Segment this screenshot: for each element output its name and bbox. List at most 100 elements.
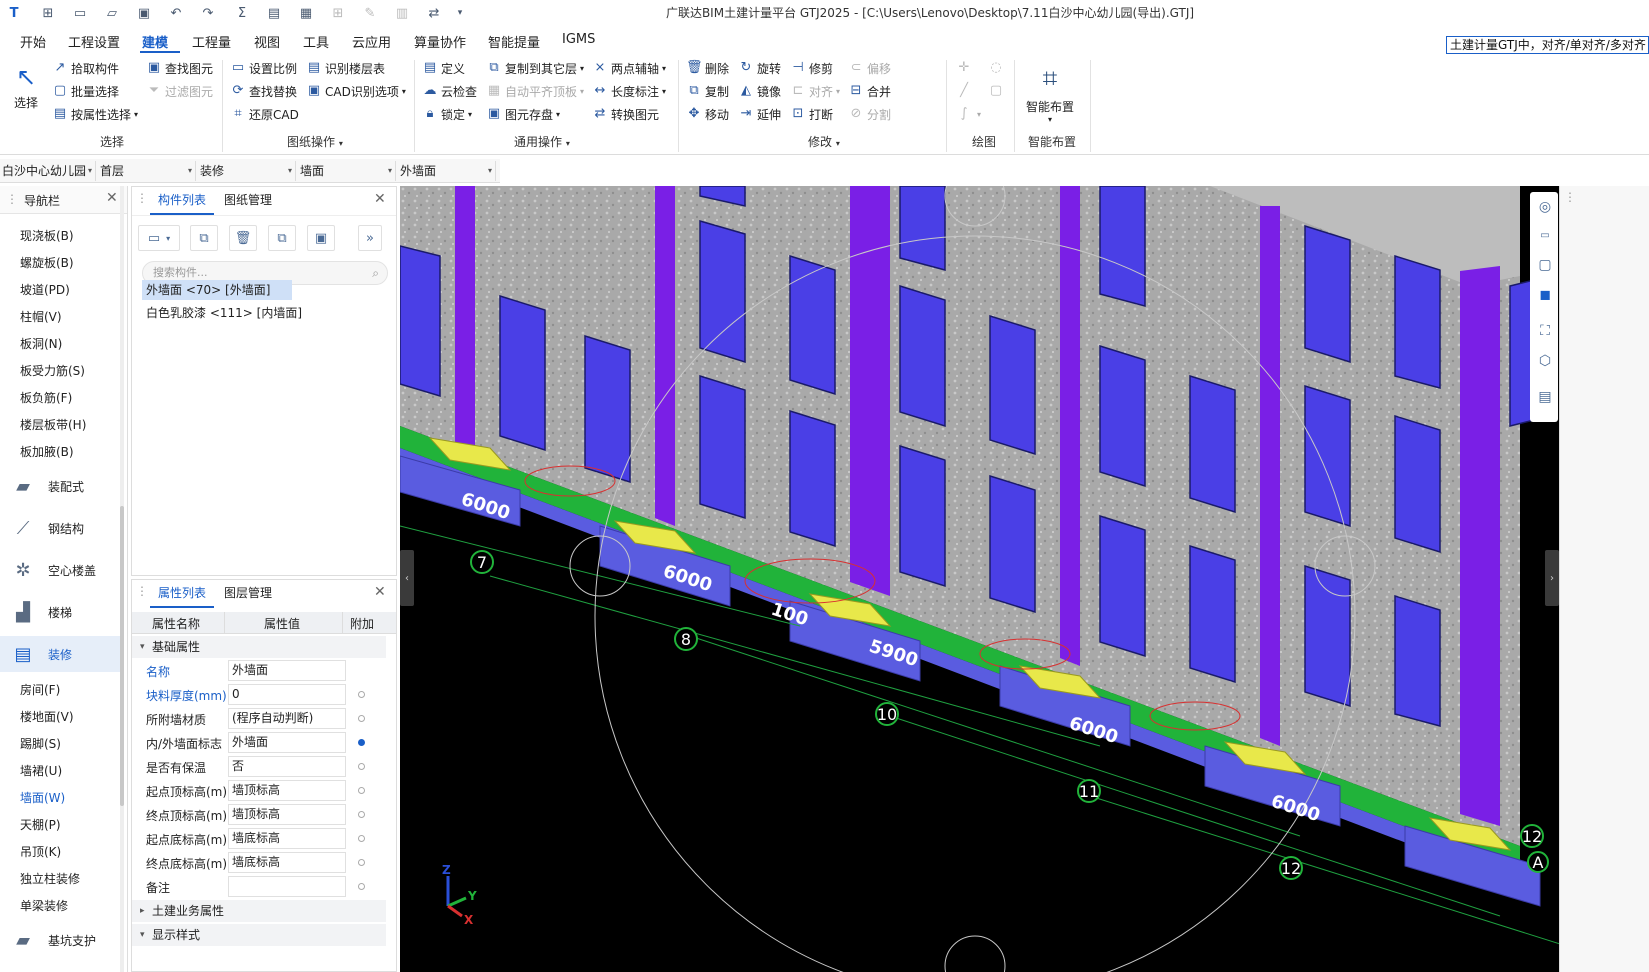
nav-item[interactable]: 楼层板带(H) <box>20 416 86 433</box>
draw-rect-button[interactable]: ▢ <box>988 80 1007 102</box>
recognize-floor-table-button[interactable]: ▤ 识别楼层表 <box>306 57 385 79</box>
section-civil[interactable]: ▸ 土建业务属性 <box>132 900 386 922</box>
nav-item[interactable]: 楼地面(V) <box>20 708 74 725</box>
nav-item[interactable]: 现浇板(B) <box>20 227 74 244</box>
menu-tools[interactable]: 工具 <box>303 32 329 51</box>
lock-button[interactable]: 🔒︎ 锁定 ▾ <box>422 103 473 125</box>
find-element-button[interactable]: ▣ 查找图元 <box>146 57 213 79</box>
fit-view-icon[interactable]: ⛶ <box>1532 318 1558 344</box>
tab-component-list[interactable]: 构件列表 <box>158 191 206 208</box>
menu-start[interactable]: 开始 <box>20 32 46 51</box>
property-value[interactable]: 外墙面 <box>228 660 346 681</box>
batch-select-button[interactable]: ▢ 批量选择 <box>52 80 119 102</box>
cloud-check-button[interactable]: ☁ 云检查 <box>422 80 478 102</box>
grid-icon[interactable]: ⊞ <box>328 3 348 23</box>
menu-igms[interactable]: IGMS <box>562 32 595 47</box>
component-item-exterior-wall[interactable]: 外墙面 <70> [外墙面] <box>142 280 292 300</box>
property-value[interactable]: (程序自动判断) <box>228 708 346 729</box>
align-button[interactable]: ⊏ 对齐 ▾ <box>790 80 840 102</box>
attach-checkbox[interactable] <box>358 859 365 866</box>
nav-item[interactable]: 单梁装修 <box>20 897 68 914</box>
length-dimension-button[interactable]: ↔ 长度标注 ▾ <box>592 80 666 102</box>
menu-quantity[interactable]: 工程量 <box>192 32 231 51</box>
nav-item[interactable]: 独立柱装修 <box>20 870 80 887</box>
property-value[interactable]: 否 <box>228 756 346 777</box>
menu-cloud[interactable]: 云应用 <box>352 32 391 51</box>
nav-item[interactable]: 踢脚(S) <box>20 735 61 752</box>
delete-component-button[interactable]: 🗑︎ <box>229 225 257 251</box>
property-value[interactable]: 墙顶标高 <box>228 780 346 801</box>
copy-component-button[interactable]: ⧉ <box>190 225 218 251</box>
nav-category-decoration[interactable]: ▤ 装修 <box>0 636 120 672</box>
close-icon[interactable]: ✕ <box>374 584 386 600</box>
drag-handle-icon[interactable]: ⋮ <box>1564 190 1576 204</box>
drag-handle-icon[interactable]: ⋮ <box>6 192 18 206</box>
new-project-icon[interactable]: ⊞ <box>38 3 58 23</box>
expand-icon[interactable]: ▾ <box>339 139 343 148</box>
draw-point-button[interactable]: ✛ <box>956 57 975 79</box>
more-tools-button[interactable]: » <box>358 225 382 251</box>
open-folder-icon[interactable]: ▱ <box>102 3 122 23</box>
property-value[interactable]: 墙底标高 <box>228 852 346 873</box>
property-value[interactable] <box>228 876 346 897</box>
convert-element-button[interactable]: ⇄ 转换图元 <box>592 103 659 125</box>
redo-icon[interactable]: ↷ <box>198 3 218 23</box>
attach-checkbox[interactable] <box>358 715 365 722</box>
menu-view[interactable]: 视图 <box>254 32 280 51</box>
layers-icon[interactable]: ▥ <box>392 3 412 23</box>
element-save-button[interactable]: ▣ 图元存盘 ▾ <box>486 103 560 125</box>
property-value[interactable]: 0 <box>228 684 346 705</box>
break-button[interactable]: ⊡ 打断 <box>790 103 833 125</box>
nav-category-prefab[interactable]: ▰ 装配式 <box>0 468 120 504</box>
property-value[interactable]: 墙顶标高 <box>228 804 346 825</box>
nav-item[interactable]: 板加腋(B) <box>20 443 74 460</box>
nav-category-steel[interactable]: ⟋ 钢结构 <box>0 510 120 546</box>
section-display[interactable]: ▾ 显示样式 <box>132 924 386 946</box>
auto-align-slab-button[interactable]: ▦ 自动平齐顶板 ▾ <box>486 80 584 102</box>
attach-checkbox[interactable] <box>358 883 365 890</box>
expand-icon[interactable]: ▾ <box>566 139 570 148</box>
save-icon[interactable]: ▣ <box>134 3 154 23</box>
select-tool-button[interactable]: ↖ 选择 <box>10 60 42 116</box>
edit-icon[interactable]: ✎ <box>360 3 380 23</box>
nav-item-wall-surface[interactable]: 墙面(W) <box>20 789 65 806</box>
nav-item[interactable]: 墙裙(U) <box>20 762 62 779</box>
offset-button[interactable]: ⊂ 偏移 <box>848 57 891 79</box>
scroll-thumb[interactable] <box>120 506 124 806</box>
solid-box-icon[interactable]: ◼ <box>1532 282 1558 308</box>
cad-options-button[interactable]: ▣ CAD识别选项 ▾ <box>306 80 406 102</box>
tab-drawing-management[interactable]: 图纸管理 <box>224 191 272 208</box>
help-search-box[interactable]: 土建计量GTJ中，对齐/单对齐/多对齐 <box>1446 36 1649 54</box>
customize-dropdown-icon[interactable]: ▾ <box>450 3 470 23</box>
expand-icon[interactable]: ▾ <box>836 139 840 148</box>
attach-checkbox[interactable] <box>358 787 365 794</box>
duplicate-component-button[interactable]: ⧉ <box>268 225 296 251</box>
drag-handle-icon[interactable]: ⋮ <box>136 584 148 598</box>
filter-element-button[interactable]: ⏷ 过滤图元 <box>146 80 213 102</box>
draw-line-button[interactable]: ╱ <box>956 80 975 102</box>
3d-viewport[interactable]: 6000 6000 100 5900 6000 6000 7 8 10 11 1… <box>400 186 1649 972</box>
nav-item[interactable]: 板洞(N) <box>20 335 62 352</box>
drag-handle-icon[interactable]: ⋮ <box>136 191 148 205</box>
nav-item[interactable]: 坡道(PD) <box>20 281 70 298</box>
define-button[interactable]: ▤ 定义 <box>422 57 465 79</box>
delete-button[interactable]: 🗑︎ 删除 <box>686 57 729 79</box>
section-basic[interactable]: ▾ 基础属性 <box>132 636 386 658</box>
tab-layer-management[interactable]: 图层管理 <box>224 584 272 601</box>
tab-property-list[interactable]: 属性列表 <box>158 584 206 601</box>
nav-category-excavation[interactable]: ▰ 基坑支护 <box>0 922 120 958</box>
category-selector[interactable]: 装修 ▾ <box>198 161 296 181</box>
undo-icon[interactable]: ↶ <box>166 3 186 23</box>
set-scale-button[interactable]: ▭ 设置比例 <box>230 57 297 79</box>
component-item-interior-paint[interactable]: 白色乳胶漆 <111> [内墙面] <box>142 303 306 323</box>
attach-checkbox[interactable] <box>358 763 365 770</box>
orbit-view-icon[interactable]: ◎ <box>1532 194 1558 220</box>
attach-checkbox[interactable] <box>358 691 365 698</box>
nav-item[interactable]: 螺旋板(B) <box>20 254 74 271</box>
new-component-button[interactable]: ▭ ▾ <box>138 225 180 251</box>
nav-category-hollow-floor[interactable]: ✲ 空心楼盖 <box>0 552 120 588</box>
component-selector[interactable]: 外墙面 ▾ <box>398 161 496 181</box>
pick-component-button[interactable]: ↗ 拾取构件 <box>52 57 119 79</box>
sync-icon[interactable]: ⇄ <box>424 3 444 23</box>
component-type-selector[interactable]: 墙面 ▾ <box>298 161 396 181</box>
